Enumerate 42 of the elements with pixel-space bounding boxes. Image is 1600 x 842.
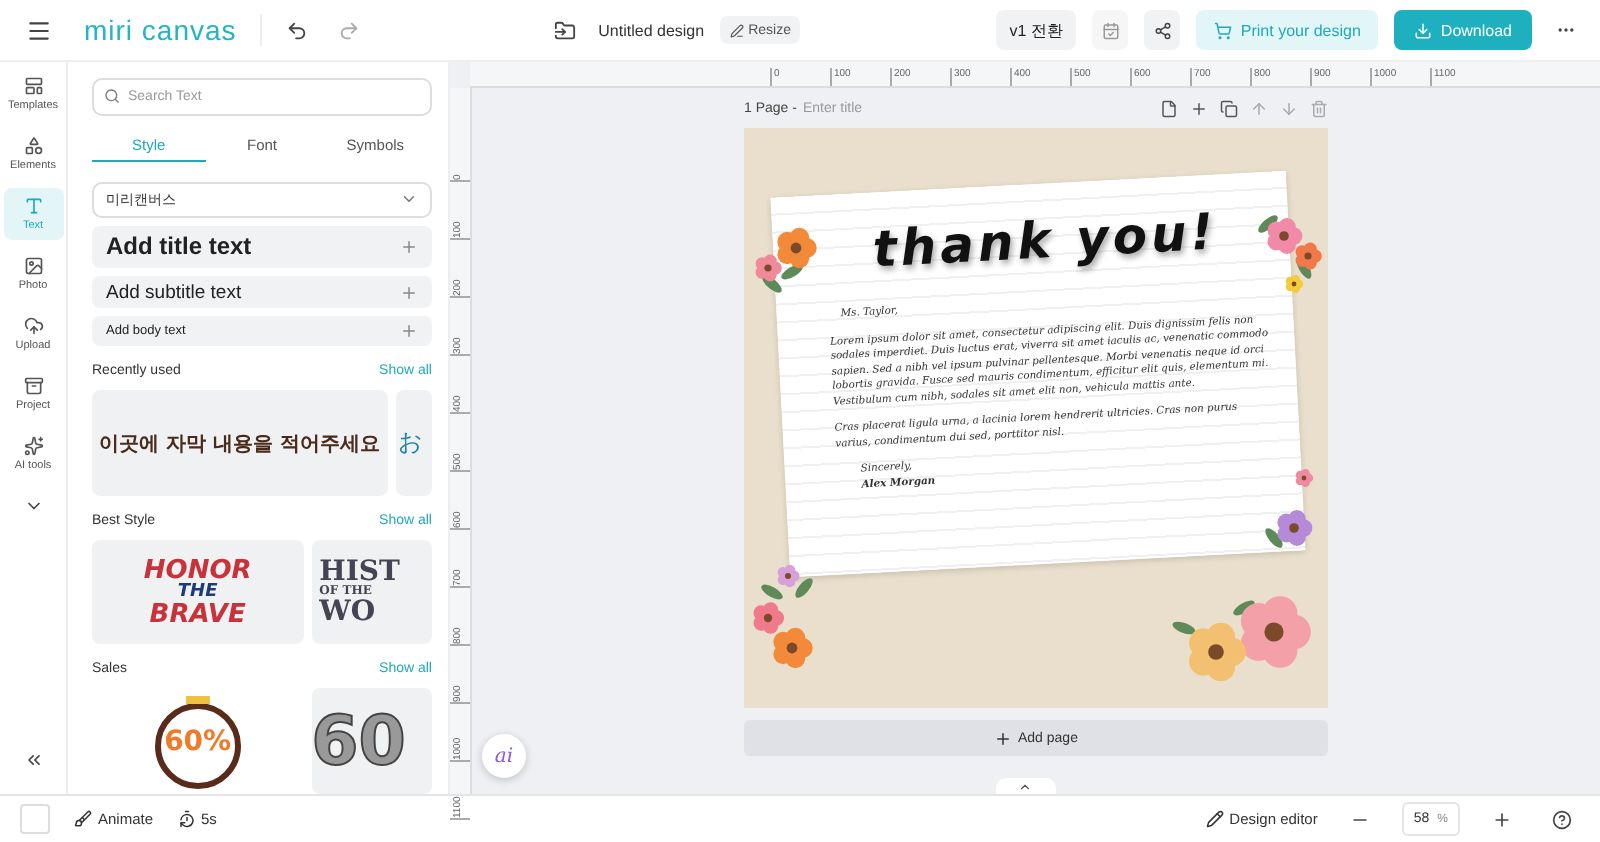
brush-icon <box>74 810 92 828</box>
layout-icon <box>23 76 43 96</box>
flower-drawing <box>1258 215 1322 293</box>
archive-icon <box>23 376 43 396</box>
honor-style-sample[interactable]: THE <box>177 583 218 602</box>
background-color-swatch[interactable] <box>20 804 50 834</box>
page-icon[interactable] <box>1160 99 1178 117</box>
card-heading: thank you! <box>869 200 1221 281</box>
plus-icon <box>994 729 1012 747</box>
sparkles-icon <box>23 436 43 456</box>
add-icon[interactable] <box>1190 99 1208 117</box>
text-icon <box>23 196 43 216</box>
share-icon[interactable] <box>1144 10 1181 50</box>
cart-icon <box>1214 21 1233 39</box>
timer-icon <box>177 810 196 828</box>
calendar-check-icon[interactable] <box>1092 10 1129 50</box>
plus-icon <box>400 283 418 301</box>
pen-icon <box>730 23 745 37</box>
expand-handle[interactable] <box>995 778 1055 794</box>
upload-icon <box>23 316 43 336</box>
add-text-button[interactable]: Add title text <box>92 225 432 268</box>
pencil-icon <box>1205 810 1224 828</box>
copy-icon[interactable] <box>1220 99 1238 117</box>
trash-icon[interactable] <box>1310 99 1328 117</box>
history-style-sample[interactable]: WO <box>319 598 376 627</box>
move-down-icon[interactable] <box>1280 99 1298 117</box>
download-icon <box>1414 21 1433 39</box>
flower-drawing <box>753 564 813 669</box>
shapes-icon <box>23 136 43 156</box>
honor-style-sample[interactable]: BRAVE <box>149 601 246 628</box>
add-text-button[interactable]: Add subtitle text <box>92 275 432 309</box>
plus-icon <box>400 237 418 256</box>
move-up-icon[interactable] <box>1250 99 1268 117</box>
flower-drawing <box>755 227 817 293</box>
plus-icon <box>400 322 418 341</box>
search-icon <box>104 88 120 104</box>
ai-assistant-button[interactable]: ai <box>482 734 526 778</box>
honor-style-sample[interactable]: HONOR <box>143 557 252 584</box>
image-icon <box>23 256 43 276</box>
version-button[interactable]: v1 전환 <box>995 10 1077 50</box>
history-style-sample[interactable]: HIST <box>319 558 400 587</box>
document-title[interactable]: Untitled design <box>598 21 705 39</box>
